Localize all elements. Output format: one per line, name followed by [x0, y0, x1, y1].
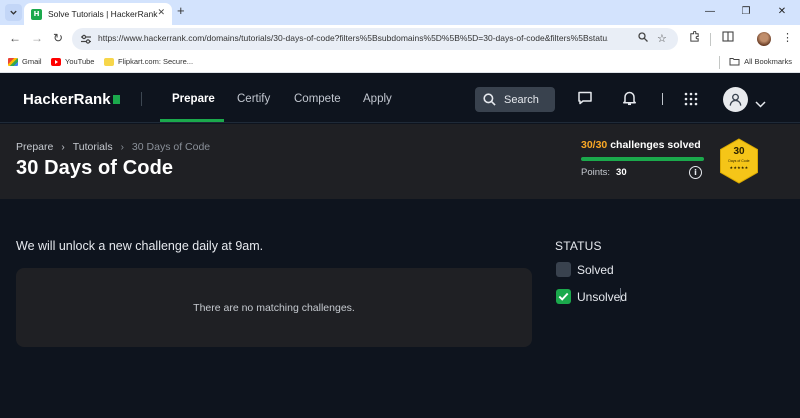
- page-header: Prepare › Tutorials › 30 Days of Code 30…: [0, 124, 800, 199]
- tab-title: Solve Tutorials | HackerRank: [48, 9, 158, 19]
- all-bookmarks-label: All Bookmarks: [744, 57, 792, 66]
- breadcrumb-current: 30 Days of Code: [131, 141, 211, 153]
- address-bar[interactable]: https://www.hackerrank.com/domains/tutor…: [72, 28, 678, 50]
- info-icon[interactable]: i: [689, 166, 702, 179]
- solved-fraction: 30/30: [581, 139, 608, 151]
- reload-icon[interactable]: ↻: [53, 31, 63, 45]
- nav-certify[interactable]: Certify: [237, 93, 270, 105]
- bookmarks-divider: [719, 56, 720, 69]
- chevron-down-icon[interactable]: [755, 95, 766, 113]
- youtube-icon: [51, 57, 61, 66]
- nav-compete[interactable]: Compete: [294, 93, 341, 105]
- gmail-icon: [8, 57, 18, 66]
- active-nav-indicator: [160, 119, 224, 122]
- notification-bell-icon[interactable]: [622, 90, 637, 111]
- tab-search-button[interactable]: [5, 4, 22, 21]
- chevron-right-icon: ›: [61, 141, 65, 153]
- user-avatar[interactable]: [723, 87, 748, 112]
- bookmark-star-icon[interactable]: ☆: [657, 32, 667, 45]
- breadcrumb-tutorials[interactable]: Tutorials: [73, 141, 113, 153]
- bookmark-gmail[interactable]: Gmail: [8, 57, 42, 66]
- filter-unsolved[interactable]: Unsolved: [556, 289, 627, 304]
- reading-list-icon[interactable]: [722, 31, 734, 45]
- unlock-notice: We will unlock a new challenge daily at …: [16, 239, 264, 253]
- search-button[interactable]: Search: [475, 87, 555, 112]
- challenge-progress: 30/30 challenges solved: [581, 139, 706, 161]
- browser-tab-active[interactable]: H Solve Tutorials | HackerRank ✕: [24, 3, 172, 25]
- filter-solved[interactable]: Solved: [556, 262, 614, 277]
- empty-state-text: There are no matching challenges.: [193, 301, 355, 314]
- chevron-right-icon: ›: [120, 141, 124, 153]
- site-settings-icon[interactable]: [80, 33, 92, 45]
- header-divider: [662, 93, 663, 105]
- logo-text: HackerRank: [23, 91, 111, 108]
- bookmark-flipkart[interactable]: Flipkart.com: Secure...: [104, 57, 193, 66]
- solved-summary: 30/30 challenges solved: [581, 139, 706, 151]
- browser-tab-strip: H Solve Tutorials | HackerRank ✕ + — ❐ ✕: [0, 0, 800, 25]
- chevron-down-icon: [10, 10, 17, 15]
- bookmark-youtube[interactable]: YouTube: [51, 57, 94, 66]
- checkmark-icon: [558, 292, 569, 301]
- bookmark-label: Flipkart.com: Secure...: [118, 57, 194, 66]
- badge-number: 30: [733, 146, 745, 157]
- bookmark-label: Gmail: [22, 57, 42, 66]
- all-bookmarks-button[interactable]: All Bookmarks: [729, 57, 792, 66]
- minimize-icon[interactable]: —: [692, 0, 728, 25]
- restore-icon[interactable]: ❐: [728, 0, 764, 25]
- folder-icon: [729, 58, 740, 66]
- bookmarks-bar: Gmail YouTube Flipkart.com: Secure... Al…: [0, 53, 800, 73]
- solved-checkbox[interactable]: [556, 262, 571, 277]
- logo-square-icon: [112, 95, 120, 104]
- badge-stars: ★★★★★: [729, 165, 749, 170]
- browser-toolbar: ← → ↻ https://www.hackerrank.com/domains…: [0, 25, 800, 53]
- status-filter-heading: STATUS: [555, 239, 602, 253]
- nav-apply[interactable]: Apply: [363, 93, 392, 105]
- apps-grid-icon[interactable]: [684, 92, 698, 111]
- flipkart-icon: [104, 57, 114, 66]
- extensions-icon[interactable]: [689, 30, 700, 45]
- progress-bar-fill: [581, 157, 704, 161]
- more-menu-icon[interactable]: ⋮: [782, 31, 793, 44]
- hackerrank-logo[interactable]: HackerRank: [23, 91, 120, 108]
- chat-icon[interactable]: [577, 90, 593, 111]
- site-header: HackerRank Prepare Certify Compete Apply…: [0, 74, 800, 123]
- zoom-icon[interactable]: [638, 32, 648, 45]
- page-title: 30 Days of Code: [16, 157, 174, 179]
- main-content: We will unlock a new challenge daily at …: [0, 199, 800, 418]
- challenge-list-empty: There are no matching challenges.: [16, 268, 532, 347]
- hackerrank-favicon-icon: H: [31, 8, 42, 20]
- unsolved-checkbox[interactable]: [556, 289, 571, 304]
- points-value: 30: [616, 167, 627, 178]
- profile-avatar[interactable]: [757, 32, 771, 46]
- progress-bar: [581, 157, 704, 161]
- bookmark-label: YouTube: [65, 57, 95, 66]
- tab-close-icon[interactable]: ✕: [157, 7, 165, 18]
- nav-prepare[interactable]: Prepare: [172, 93, 215, 105]
- url-text: https://www.hackerrank.com/domains/tutor…: [98, 33, 608, 43]
- points-label: Points:: [581, 167, 611, 178]
- points-row: Points: 30: [581, 167, 627, 178]
- search-label: Search: [504, 93, 539, 106]
- filter-label: Solved: [577, 262, 614, 277]
- header-divider: [141, 92, 142, 106]
- thirty-days-badge[interactable]: 30 Days of Code ★★★★★: [719, 138, 759, 184]
- close-window-icon[interactable]: ✕: [764, 0, 800, 25]
- breadcrumb-prepare[interactable]: Prepare: [16, 141, 53, 153]
- solved-label: challenges solved: [610, 139, 701, 151]
- search-icon: [483, 93, 496, 106]
- toolbar-divider: [710, 33, 711, 46]
- badge-subtitle: Days of Code: [728, 159, 750, 163]
- forward-arrow-icon[interactable]: →: [31, 31, 43, 45]
- new-tab-plus-icon[interactable]: +: [177, 3, 185, 18]
- back-arrow-icon[interactable]: ←: [9, 31, 21, 45]
- window-controls: — ❐ ✕: [692, 0, 800, 25]
- user-icon: [729, 93, 742, 106]
- text-cursor: [620, 288, 621, 302]
- breadcrumb: Prepare › Tutorials › 30 Days of Code: [16, 141, 210, 153]
